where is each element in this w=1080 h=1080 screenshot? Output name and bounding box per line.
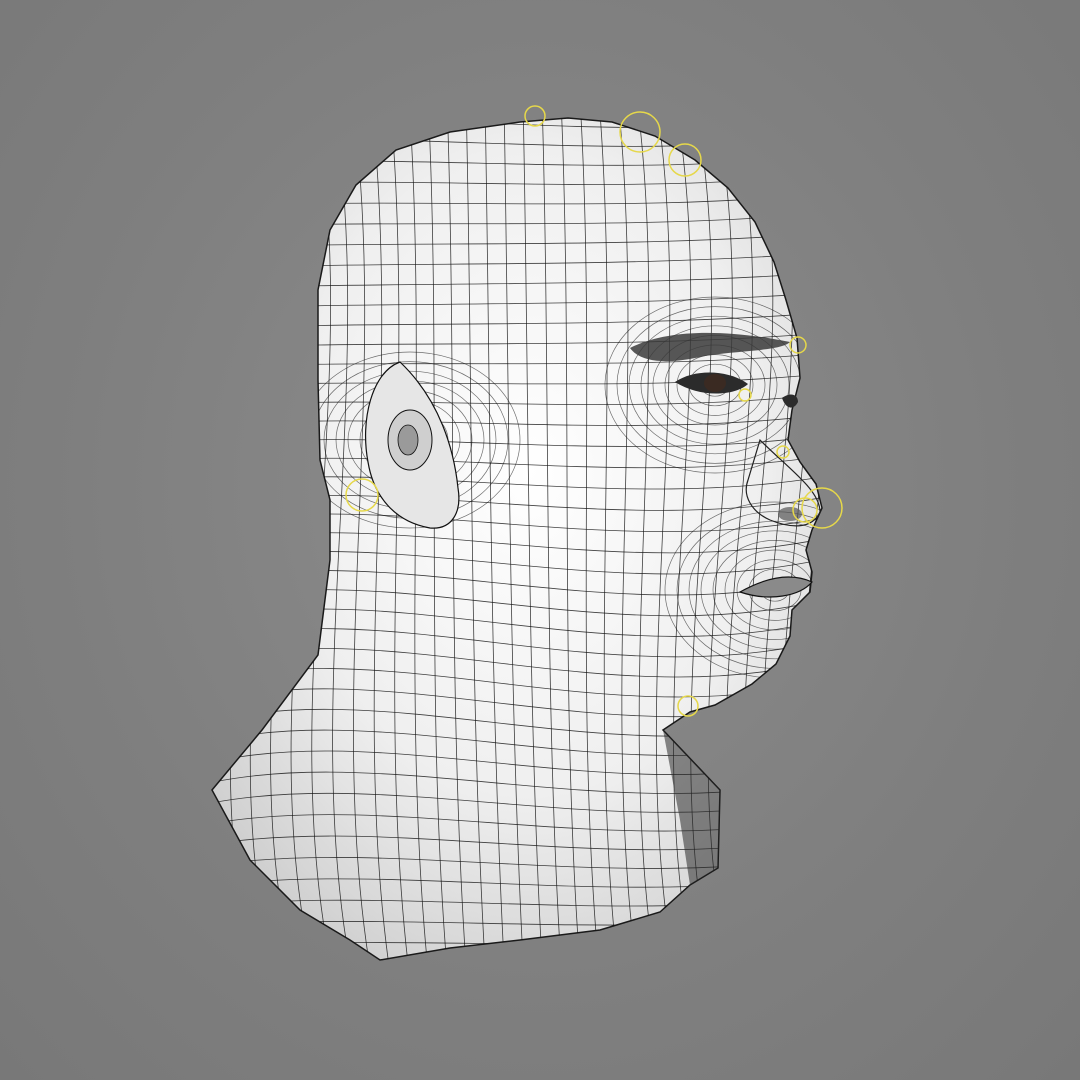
scene-svg (180, 90, 886, 980)
head-mesh[interactable] (180, 90, 886, 980)
wire-line (859, 100, 886, 980)
wire-line (818, 118, 822, 960)
head-surface (211, 117, 823, 961)
wire-line (180, 90, 860, 110)
wire-line (839, 100, 868, 980)
wire-line (212, 118, 224, 960)
3d-viewport[interactable] (0, 0, 1080, 1080)
wire-line (212, 118, 243, 960)
wire-line (212, 949, 822, 960)
